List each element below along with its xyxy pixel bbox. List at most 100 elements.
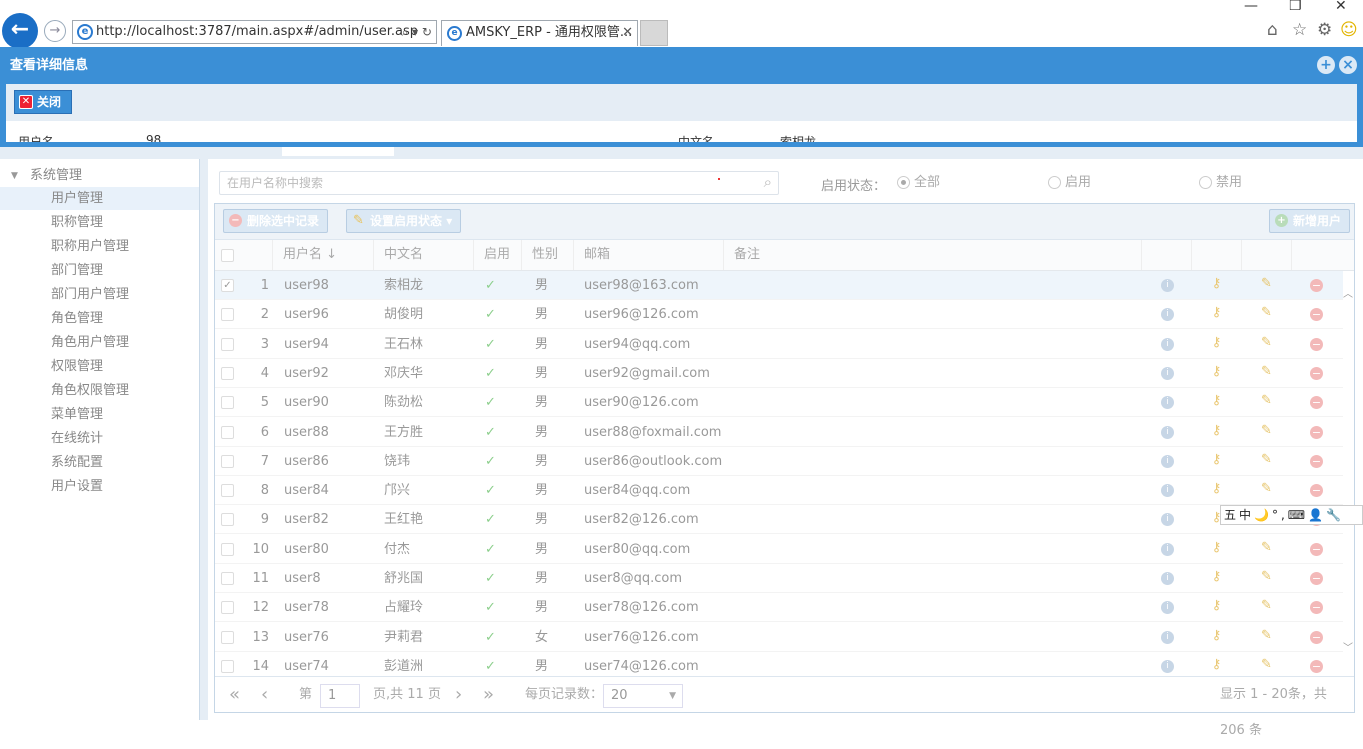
set-status-button[interactable]: ✎ 设置启用状态 ▾ bbox=[346, 209, 462, 233]
edit-icon[interactable]: ✎ bbox=[1260, 365, 1273, 378]
delete-icon[interactable]: − bbox=[1310, 308, 1323, 322]
home-icon[interactable]: ⌂ bbox=[1267, 20, 1278, 40]
table-row[interactable]: 10 user80 付杰 ✓ 男 user80@qq.com i ⚷ ✎ − bbox=[215, 535, 1343, 564]
radio-enabled[interactable]: 启用 bbox=[1048, 175, 1091, 191]
key-icon[interactable]: ⚷ bbox=[1210, 306, 1223, 319]
gear-icon[interactable]: ⚙ bbox=[1317, 20, 1332, 40]
sidebar-item[interactable]: 角色管理 bbox=[0, 307, 199, 330]
restore-icon[interactable]: ❐ bbox=[1289, 0, 1302, 14]
header-cnname[interactable]: 中文名 bbox=[374, 240, 474, 270]
info-icon[interactable]: i bbox=[1161, 572, 1174, 585]
table-row[interactable]: 13 user76 尹莉君 ✓ 女 user76@126.com i ⚷ ✎ − bbox=[215, 623, 1343, 652]
key-icon[interactable]: ⚷ bbox=[1210, 336, 1223, 349]
add-user-button[interactable]: + 新增用户 bbox=[1269, 209, 1351, 233]
delete-icon[interactable]: − bbox=[1310, 572, 1323, 585]
table-row[interactable]: 6 user88 王方胜 ✓ 男 user88@foxmail.com i ⚷ ✎ − bbox=[215, 418, 1343, 447]
sidebar-item[interactable]: 权限管理 bbox=[0, 355, 199, 378]
table-row[interactable]: 7 user86 饶玮 ✓ 男 user86@outlook.com i ⚷ ✎ − bbox=[215, 447, 1343, 476]
search-refresh-icons[interactable]: ⌕ ▾ ↻ bbox=[402, 21, 432, 43]
info-icon[interactable]: i bbox=[1161, 425, 1174, 439]
back-icon[interactable]: ← bbox=[2, 13, 38, 49]
info-icon[interactable]: i bbox=[1161, 630, 1174, 644]
edit-icon[interactable]: ✎ bbox=[1260, 306, 1273, 319]
sidebar-item[interactable]: 用户管理 bbox=[0, 187, 199, 210]
delete-icon[interactable]: − bbox=[1310, 425, 1323, 439]
header-enabled[interactable]: 启用 bbox=[474, 240, 522, 270]
close-button[interactable]: ✕ 关闭 bbox=[14, 90, 72, 114]
search-icon[interactable]: ⌕ bbox=[764, 171, 772, 193]
key-icon[interactable]: ⚷ bbox=[1210, 394, 1223, 407]
table-row[interactable]: 14 user74 彭道洲 ✓ 男 user74@126.com i ⚷ ✎ − bbox=[215, 652, 1343, 676]
smiley-icon[interactable]: ☺ bbox=[1340, 20, 1358, 40]
edit-icon[interactable]: ✎ bbox=[1260, 541, 1273, 554]
edit-icon[interactable]: ✎ bbox=[1260, 570, 1273, 583]
key-icon[interactable]: ⚷ bbox=[1210, 453, 1223, 466]
last-page-icon[interactable]: » bbox=[483, 677, 494, 713]
info-icon[interactable]: i bbox=[1161, 396, 1174, 410]
sidebar-item[interactable]: 系统配置 bbox=[0, 451, 199, 474]
key-icon[interactable]: ⚷ bbox=[1210, 482, 1223, 495]
delete-icon[interactable]: − bbox=[1310, 484, 1323, 498]
info-icon[interactable]: i bbox=[1161, 454, 1174, 468]
vertical-scrollbar[interactable]: ︿ ﹀ bbox=[1343, 271, 1354, 654]
key-icon[interactable]: ⚷ bbox=[1210, 570, 1223, 583]
prev-page-icon[interactable]: ‹ bbox=[261, 677, 268, 713]
info-icon[interactable]: i bbox=[1161, 337, 1174, 351]
header-username[interactable]: 用户名 ↓ bbox=[273, 240, 374, 270]
info-icon[interactable]: i bbox=[1161, 513, 1174, 527]
table-row[interactable]: 8 user84 邝兴 ✓ 男 user84@qq.com i ⚷ ✎ − bbox=[215, 476, 1343, 506]
edit-icon[interactable]: ✎ bbox=[1260, 599, 1273, 612]
delete-icon[interactable]: − bbox=[1310, 279, 1323, 292]
delete-icon[interactable]: − bbox=[1310, 454, 1323, 468]
delete-icon[interactable]: − bbox=[1310, 630, 1323, 644]
key-icon[interactable]: ⚷ bbox=[1210, 424, 1223, 437]
sidebar-item[interactable]: 职称用户管理 bbox=[0, 235, 199, 258]
sidebar-item[interactable]: 用户设置 bbox=[0, 475, 199, 498]
minimize-icon[interactable]: — bbox=[1244, 0, 1258, 14]
ime-toolbar[interactable]: 五中🌙°,⌨👤🔧 bbox=[1220, 505, 1363, 525]
info-icon[interactable]: i bbox=[1161, 484, 1174, 498]
key-icon[interactable]: ⚷ bbox=[1210, 629, 1223, 642]
tree-root-system[interactable]: ▼ 系统管理 bbox=[0, 165, 199, 187]
delete-selected-button[interactable]: − 删除选中记录 bbox=[223, 209, 329, 233]
scroll-up-icon[interactable]: ︿ bbox=[1343, 285, 1353, 300]
sidebar-item[interactable]: 角色用户管理 bbox=[0, 331, 199, 354]
edit-icon[interactable]: ✎ bbox=[1260, 453, 1273, 466]
table-row[interactable]: 3 user94 王石林 ✓ 男 user94@qq.com i ⚷ ✎ − bbox=[215, 330, 1343, 359]
info-icon[interactable]: i bbox=[1161, 308, 1174, 322]
delete-icon[interactable]: − bbox=[1310, 366, 1323, 380]
radio-all[interactable]: 全部 bbox=[897, 175, 940, 191]
edit-icon[interactable]: ✎ bbox=[1260, 424, 1273, 437]
sidebar-item[interactable]: 角色权限管理 bbox=[0, 379, 199, 402]
collapse-arrow-icon[interactable]: ▼ bbox=[11, 165, 18, 187]
close-window-icon[interactable]: ✕ bbox=[1335, 0, 1347, 14]
radio-disabled[interactable]: 禁用 bbox=[1199, 175, 1242, 191]
table-row[interactable]: 11 user8 舒兆国 ✓ 男 user8@qq.com i ⚷ ✎ − bbox=[215, 564, 1343, 593]
search-input[interactable]: 在用户名称中搜索 ⌕ bbox=[219, 171, 779, 195]
close-dialog-icon[interactable]: × bbox=[1339, 56, 1357, 74]
key-icon[interactable]: ⚷ bbox=[1210, 277, 1223, 290]
key-icon[interactable]: ⚷ bbox=[1210, 541, 1223, 554]
header-gender[interactable]: 性别 bbox=[522, 240, 574, 270]
delete-icon[interactable]: − bbox=[1310, 659, 1323, 673]
info-icon[interactable]: i bbox=[1161, 659, 1174, 673]
table-row[interactable]: 9user82王红艳✓男user82@126.comi⚷✎− bbox=[215, 505, 1343, 535]
info-icon[interactable]: i bbox=[1161, 279, 1174, 292]
delete-icon[interactable]: − bbox=[1310, 542, 1323, 556]
forward-icon[interactable]: → bbox=[44, 20, 66, 42]
sidebar-item[interactable]: 职称管理 bbox=[0, 211, 199, 234]
delete-icon[interactable]: − bbox=[1310, 601, 1323, 615]
close-tab-icon[interactable]: ✕ bbox=[622, 21, 633, 45]
splitter[interactable] bbox=[200, 159, 208, 720]
maximize-icon[interactable]: + bbox=[1317, 56, 1335, 74]
address-bar[interactable]: e http://localhost:3787/main.aspx#/admin… bbox=[72, 20, 437, 44]
header-note[interactable]: 备注 bbox=[724, 240, 1142, 270]
info-icon[interactable]: i bbox=[1161, 542, 1174, 556]
first-page-icon[interactable]: « bbox=[229, 677, 240, 713]
key-icon[interactable]: ⚷ bbox=[1210, 365, 1223, 378]
active-tab[interactable] bbox=[282, 147, 394, 156]
edit-icon[interactable]: ✎ bbox=[1260, 482, 1273, 495]
sidebar-item[interactable]: 在线统计 bbox=[0, 427, 199, 450]
sidebar-item[interactable]: 部门管理 bbox=[0, 259, 199, 282]
edit-icon[interactable]: ✎ bbox=[1260, 394, 1273, 407]
